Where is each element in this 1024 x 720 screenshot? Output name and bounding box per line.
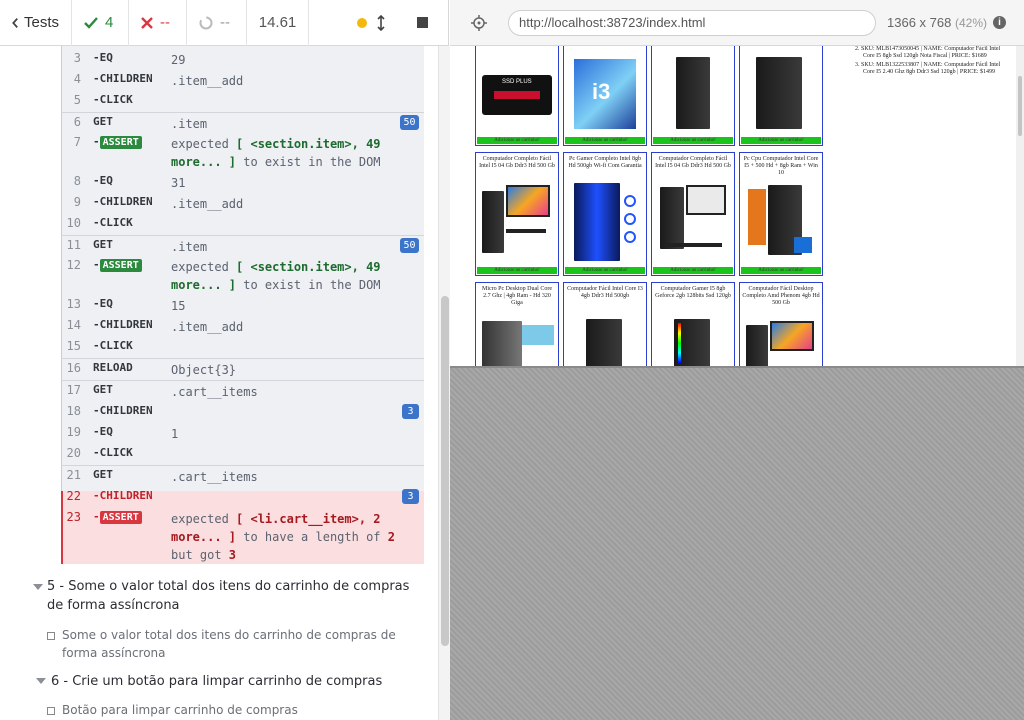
product-image <box>742 53 820 133</box>
test-title[interactable]: Some o valor total dos itens do carrinho… <box>62 626 412 662</box>
suite-title[interactable]: 5 - Some o valor total dos itens do carr… <box>47 577 417 615</box>
run-controls <box>345 0 448 46</box>
product-image <box>566 181 644 263</box>
app-iframe[interactable]: SSD PLUS Adicionar ao carrinho! i3 Adici… <box>450 46 1024 368</box>
product-card: Pc Gamer Completo Intel 8gb Hd 500gb Wi-… <box>563 152 647 276</box>
check-icon <box>84 16 98 29</box>
aut-header: http://localhost:38723/index.html 1366 x… <box>450 0 1024 46</box>
product-image <box>654 311 732 366</box>
product-card: SSD PLUS Adicionar ao carrinho! <box>475 46 559 146</box>
pending-value: -- <box>220 14 230 31</box>
cart-item[interactable]: 2. SKU: MLB1473050045 | NAME: Computador… <box>853 46 1013 60</box>
product-card: Computador Completo Fácil Intel I5 04 Gb… <box>475 152 559 276</box>
cart-item[interactable]: 3. SKU: MLB1322533807 | NAME: Computador… <box>853 62 1013 76</box>
reporter-scrollbar[interactable] <box>438 46 450 720</box>
x-icon <box>141 16 153 29</box>
add-to-cart-button[interactable]: Adicionar ao carrinho! <box>653 267 733 274</box>
caret-down-icon[interactable] <box>33 584 43 590</box>
product-title: Computador Completo Fácil Intel I5 04 Gb… <box>655 156 731 169</box>
failed-count: -- <box>129 0 187 46</box>
tests-back-button[interactable]: Tests <box>0 0 72 46</box>
add-to-cart-button[interactable]: Adicionar ao carrinho! <box>741 137 821 144</box>
product-image <box>478 311 556 366</box>
product-image <box>654 53 732 133</box>
passed-value: 4 <box>105 14 114 31</box>
stop-icon[interactable] <box>417 17 428 28</box>
app-preview: SSD PLUS Adicionar ao carrinho! i3 Adici… <box>450 46 1024 720</box>
tests-label: Tests <box>23 14 59 31</box>
test-checkbox-icon <box>47 707 55 715</box>
product-image: i3 <box>566 57 644 135</box>
command-log: 3 -EQ 29 4 -CHILDREN .item__add 5 -CLICK 6 GET… <box>0 46 438 720</box>
product-card: Pc Cpu Computador Intel Core I5 + 500 Hd… <box>739 152 823 276</box>
add-to-cart-button[interactable]: Adicionar ao carrinho! <box>653 137 733 144</box>
pending-count: -- <box>187 0 247 46</box>
cart-items-list: 2. SKU: MLB1473050045 | NAME: Computador… <box>853 46 1013 78</box>
count-badge: 3 <box>402 489 419 504</box>
product-title: Pc Gamer Completo Intel 8gb Hd 500gb Wi-… <box>568 156 642 169</box>
viewport-size: 1366 x 768 <box>887 15 952 30</box>
product-image <box>654 181 732 263</box>
count-badge: 3 <box>402 404 419 419</box>
suite-title[interactable]: 6 - Crie um botão para limpar carrinho d… <box>51 672 421 691</box>
url-field[interactable]: http://localhost:38723/index.html <box>508 9 876 36</box>
product-title: Computador Fácil Intel Core I3 4gb Ddr3 … <box>567 286 643 299</box>
product-title: Computador Completo Fácil Intel I5 04 Gb… <box>479 156 555 169</box>
reporter-header: Tests 4 -- -- 14.61 <box>0 0 449 46</box>
product-card: Computador Fácil Intel Core I3 4gb Ddr3 … <box>563 282 647 366</box>
product-image: SSD PLUS <box>478 67 556 137</box>
auto-scroll-indicator-icon[interactable] <box>357 17 367 28</box>
assert-pill: ASSERT <box>99 136 142 149</box>
product-title: Computador Gamer I5 8gb Geforce 2gb 128b… <box>655 286 731 299</box>
product-card: Adicionar ao carrinho! <box>739 46 823 146</box>
test-title[interactable]: Botão para limpar carrinho de compras <box>62 701 412 719</box>
add-to-cart-button[interactable]: Adicionar ao carrinho! <box>565 267 645 274</box>
add-to-cart-button[interactable]: Adicionar ao carrinho! <box>565 137 645 144</box>
selector-playground-button[interactable] <box>450 14 508 31</box>
count-badge: 50 <box>400 238 419 253</box>
viewport-info: 1366 x 768 (42%) <box>887 15 987 30</box>
assert-pill: ASSERT <box>99 259 142 272</box>
product-title: Pc Cpu Computador Intel Core I5 + 500 Hd… <box>743 156 819 176</box>
product-card: Computador Fácil Desktop Completo Amd Ph… <box>739 282 823 366</box>
product-image <box>742 311 820 366</box>
product-card: Micro Pc Desktop Dual Core 2.7 Ghz | 4gb… <box>475 282 559 366</box>
spinner-icon <box>199 16 213 29</box>
info-icon[interactable]: i <box>992 16 1006 29</box>
product-image <box>478 181 556 263</box>
viewport-scale: (42%) <box>954 16 987 30</box>
count-badge: 50 <box>400 115 419 130</box>
chevron-left-icon <box>12 17 18 28</box>
product-image <box>742 181 820 263</box>
assert-pill: ASSERT <box>99 511 142 524</box>
duration: 14.61 <box>247 0 309 46</box>
product-title: Micro Pc Desktop Dual Core 2.7 Ghz | 4gb… <box>482 286 552 306</box>
crosshair-icon <box>471 14 487 31</box>
product-card: i3 Adicionar ao carrinho! <box>563 46 647 146</box>
caret-down-icon[interactable] <box>36 678 46 684</box>
test-checkbox-icon <box>47 632 55 640</box>
add-to-cart-button[interactable]: Adicionar ao carrinho! <box>477 267 557 274</box>
product-card: Computador Gamer I5 8gb Geforce 2gb 128b… <box>651 282 735 366</box>
failed-value: -- <box>160 14 170 31</box>
passed-count: 4 <box>72 0 129 46</box>
resize-vertical-icon[interactable] <box>377 14 385 31</box>
product-title: Computador Fácil Desktop Completo Amd Ph… <box>742 286 820 306</box>
app-scrollbar[interactable] <box>1016 46 1024 366</box>
add-to-cart-button[interactable]: Adicionar ao carrinho! <box>741 267 821 274</box>
product-card: Computador Completo Fácil Intel I5 04 Gb… <box>651 152 735 276</box>
add-to-cart-button[interactable]: Adicionar ao carrinho! <box>477 137 557 144</box>
product-card: Adicionar ao carrinho! <box>651 46 735 146</box>
product-image <box>566 311 644 366</box>
